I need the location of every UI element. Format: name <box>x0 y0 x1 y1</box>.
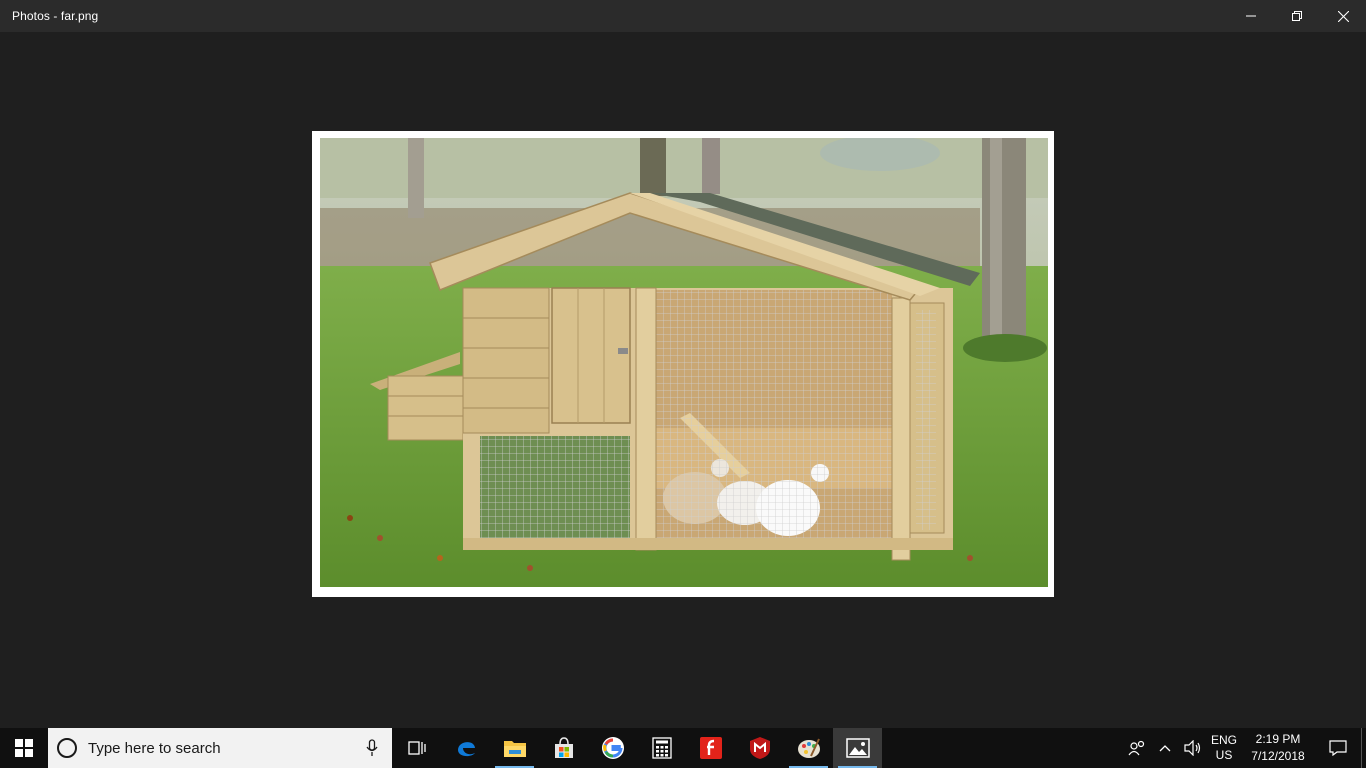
paint-icon <box>797 738 820 758</box>
photo-image[interactable] <box>320 138 1048 587</box>
windows-logo-icon <box>15 739 33 757</box>
close-button[interactable] <box>1320 0 1366 32</box>
calculator-icon <box>651 737 672 759</box>
show-desktop-button[interactable] <box>1361 728 1366 768</box>
volume-button[interactable] <box>1179 728 1207 768</box>
taskbar: Type here to search ENG US 2:19 PM 7/12/… <box>0 728 1366 768</box>
window-title: Photos - far.png <box>12 9 99 23</box>
store-icon <box>554 737 573 758</box>
close-icon <box>1337 10 1349 22</box>
edge-icon <box>457 742 475 757</box>
edge-button[interactable] <box>441 728 490 768</box>
google-chrome-icon <box>601 737 624 759</box>
start-button[interactable] <box>0 728 48 768</box>
action-center-button[interactable] <box>1315 728 1361 768</box>
google-chrome-button[interactable] <box>588 728 637 768</box>
mcafee-icon <box>749 737 770 759</box>
restore-button[interactable] <box>1274 0 1320 32</box>
region-code: US <box>1215 748 1233 762</box>
clock-date: 7/12/2018 <box>1251 749 1305 763</box>
search-box[interactable]: Type here to search <box>48 728 392 768</box>
paint-button[interactable] <box>784 728 833 768</box>
microphone-button[interactable] <box>352 728 392 768</box>
photos-icon <box>845 738 870 758</box>
system-tray: ENG US 2:19 PM 7/12/2018 <box>1123 728 1366 768</box>
chevron-up-icon <box>1159 745 1171 752</box>
photo-frame <box>312 131 1054 597</box>
language-code: ENG <box>1210 733 1237 747</box>
volume-icon <box>1184 740 1201 756</box>
photo-viewer[interactable] <box>0 32 1366 728</box>
calculator-button[interactable] <box>637 728 686 768</box>
store-button[interactable] <box>539 728 588 768</box>
chicken-coop-illustration <box>320 138 1048 587</box>
title-bar: Photos - far.png <box>0 0 1366 32</box>
clock-time: 2:19 PM <box>1255 732 1301 746</box>
task-view-icon <box>407 741 426 755</box>
foxit-reader-button[interactable] <box>686 728 735 768</box>
photos-button[interactable] <box>833 728 882 768</box>
minimize-button[interactable] <box>1228 0 1274 32</box>
mcafee-button[interactable] <box>735 728 784 768</box>
restore-icon <box>1292 11 1302 21</box>
file-explorer-button[interactable] <box>490 728 539 768</box>
clock[interactable]: 2:19 PM 7/12/2018 <box>1241 731 1315 765</box>
search-placeholder: Type here to search <box>88 739 221 757</box>
task-view-button[interactable] <box>392 728 441 768</box>
people-icon <box>1128 740 1145 756</box>
cortana-icon <box>57 738 77 758</box>
minimize-icon <box>1246 15 1256 17</box>
input-language-indicator[interactable]: ENG US <box>1207 733 1241 763</box>
people-button[interactable] <box>1123 728 1151 768</box>
foxit-reader-icon <box>699 737 722 759</box>
notification-icon <box>1329 740 1347 756</box>
microphone-icon <box>366 739 378 756</box>
show-hidden-icons-button[interactable] <box>1151 728 1179 768</box>
file-explorer-icon <box>503 741 526 757</box>
